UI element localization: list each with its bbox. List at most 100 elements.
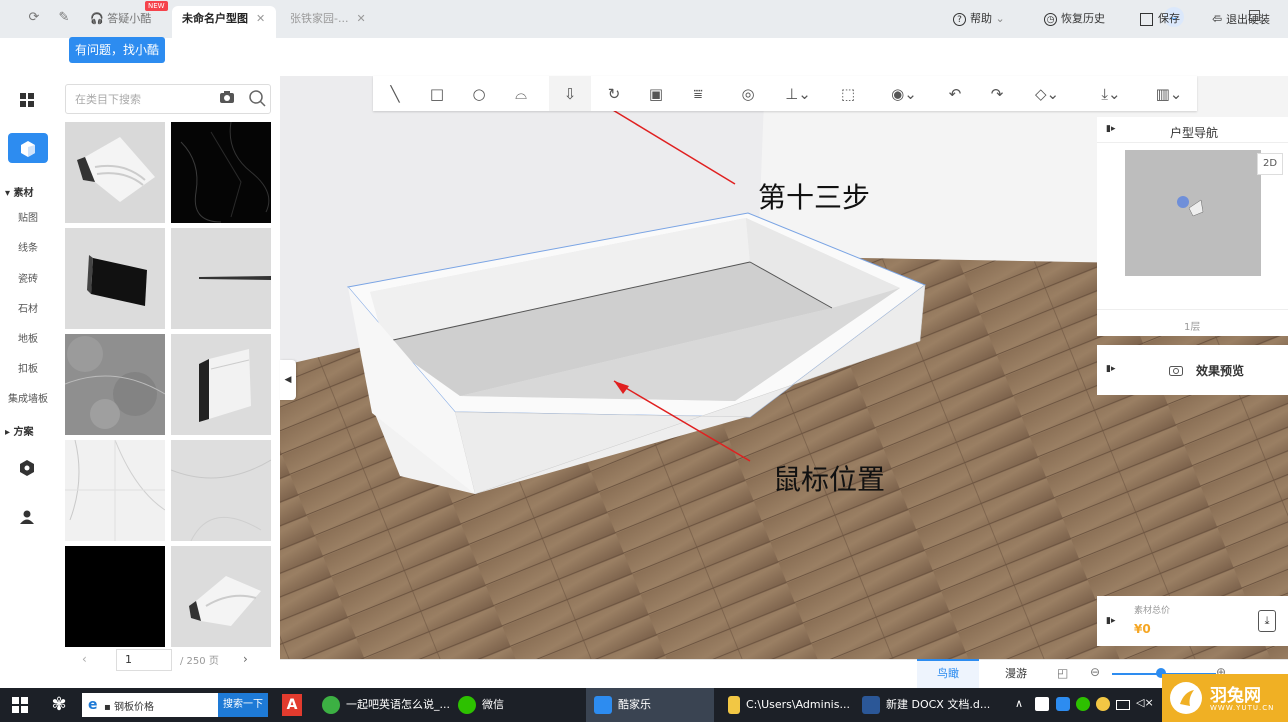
user-icon[interactable]	[20, 510, 34, 524]
taskbar-item-label: 新建 DOCX 文档.d...	[886, 698, 991, 711]
hexagon-icon[interactable]	[20, 460, 34, 476]
ie-icon: e	[88, 697, 98, 713]
floorplan-minimap[interactable]	[1125, 150, 1261, 276]
thumb-black-tile[interactable]	[65, 228, 165, 329]
camera-icon	[1169, 364, 1183, 376]
wechat-icon	[458, 696, 476, 714]
taskbar-item-explorer[interactable]: C:\Users\Adminis...	[728, 688, 850, 722]
windows-start-icon[interactable]	[12, 697, 28, 713]
taskbar-item-browser[interactable]: 一起吧英语怎么说_...	[322, 688, 450, 722]
thumb-white-marble[interactable]	[65, 439, 166, 541]
help-button[interactable]: ? 帮助 ⌄	[953, 10, 1005, 28]
tray-security-icon[interactable]	[1096, 697, 1110, 711]
birdseye-tab[interactable]: 鸟瞰	[917, 659, 979, 688]
download-tool-icon[interactable]: ⤓⌄	[1093, 84, 1129, 104]
thumb-grey-marble[interactable]	[64, 334, 166, 435]
tray-chevron-icon[interactable]: ∧	[1015, 697, 1023, 710]
line-tool-icon[interactable]: ╲	[385, 84, 405, 104]
section-material[interactable]: ▾ 素材	[5, 184, 34, 199]
zoom-out-icon[interactable]: ⊖	[1090, 665, 1100, 679]
thumb-crown-molding[interactable]	[65, 122, 165, 223]
follow-me-tool-icon[interactable]: ↻	[604, 84, 624, 104]
nav-item-tiles[interactable]: 瓷砖	[0, 270, 56, 285]
circle-tool-icon[interactable]: ○	[469, 84, 489, 104]
screenshot-icon[interactable]: ◰	[1057, 666, 1068, 680]
taskbar-item-label: C:\Users\Adminis...	[746, 698, 850, 711]
taskbar-item-word[interactable]: 新建 DOCX 文档.d...	[862, 688, 990, 722]
grey-marble-image	[64, 334, 166, 435]
map-tool-icon[interactable]: ▥⌄	[1151, 84, 1187, 104]
expand-icon[interactable]: ▮▸	[1106, 616, 1115, 626]
push-pull-tool-icon[interactable]: ⇩	[560, 84, 580, 104]
arc-tool-icon[interactable]: ⌓	[511, 84, 531, 104]
thumb-baseboard[interactable]	[171, 334, 271, 435]
camera-icon[interactable]	[220, 91, 234, 103]
nav-item-stone[interactable]: 石材	[0, 300, 56, 315]
restore-history-button[interactable]: ◷ 恢复历史	[1044, 10, 1105, 28]
section-plan[interactable]: ▸ 方案	[5, 423, 34, 438]
fan-icon[interactable]: ✾	[48, 694, 70, 716]
page-next-button[interactable]: ›	[243, 652, 248, 666]
rectangle-tool-icon[interactable]: □	[427, 84, 447, 104]
thumb-crown-molding-2[interactable]	[171, 546, 271, 647]
view-tool-icon[interactable]: ◉⌄	[886, 84, 922, 104]
taskbar-search-button[interactable]: 搜索一下	[218, 693, 268, 717]
speaker-icon[interactable]: ◁×	[1136, 696, 1154, 709]
apps-icon[interactable]	[20, 93, 34, 107]
expand-icon[interactable]: ▮▸	[1106, 124, 1115, 134]
eraser-tool-icon[interactable]: ◇⌄	[1029, 84, 1065, 104]
floor-label[interactable]: 1层	[1184, 318, 1200, 333]
tray-cube-icon[interactable]	[1056, 697, 1070, 711]
battery-icon[interactable]	[1116, 700, 1130, 710]
effect-preview-panel[interactable]	[1097, 345, 1288, 395]
align-tool-icon[interactable]: ⊥⌄	[782, 84, 814, 104]
acrobat-icon[interactable]: A	[282, 694, 302, 716]
close-icon[interactable]: ✕	[256, 12, 265, 25]
material-tab-button[interactable]	[8, 133, 48, 163]
tab-project[interactable]: 张铁家园-... ✕	[280, 6, 376, 38]
undo-icon[interactable]: ↶	[945, 84, 965, 104]
close-icon[interactable]: ✕	[356, 12, 365, 25]
collapse-panel-handle[interactable]: ◀	[280, 360, 296, 400]
link-icon[interactable]: ✎	[55, 9, 73, 27]
taskbar-item-label: 酷家乐	[618, 698, 651, 711]
help-tip-button[interactable]: 有问题，找小酷	[69, 37, 165, 63]
redo-icon[interactable]: ↷	[987, 84, 1007, 104]
nav-item-texture[interactable]: 贴图	[0, 209, 56, 224]
save-icon	[1140, 12, 1153, 26]
thumb-metal-strip[interactable]	[171, 228, 271, 329]
measure-tool-icon[interactable]: ◎	[738, 84, 758, 104]
tray-wechat-icon[interactable]	[1076, 697, 1090, 711]
thumb-black-panel[interactable]	[65, 546, 165, 647]
tab-floorplan[interactable]: 未命名户型图 ✕	[172, 6, 276, 38]
expand-icon[interactable]: ▮▸	[1106, 364, 1115, 374]
page-input[interactable]: 1	[116, 649, 172, 671]
save-button[interactable]: 保存	[1140, 10, 1180, 28]
nav-item-wall-panel[interactable]: 集成墙板	[0, 390, 56, 405]
search-input[interactable]: 在类目下搜索	[75, 91, 141, 107]
thumb-light-marble[interactable]	[170, 440, 272, 542]
help-label: 帮助	[970, 12, 992, 25]
mode-2d-button[interactable]: 2D	[1257, 153, 1283, 175]
taskbar-item-wechat[interactable]: 微信	[458, 688, 504, 722]
page-prev-button[interactable]: ‹	[82, 652, 87, 666]
thumb-black-marble[interactable]	[171, 121, 271, 223]
nav-item-lines[interactable]: 线条	[0, 239, 56, 254]
save-label: 保存	[1158, 12, 1180, 25]
offset-tool-icon[interactable]: ▣	[646, 84, 666, 104]
taskbar-search-input[interactable]: ▪ 钢板价格	[104, 698, 154, 713]
nav-item-ceiling-panel[interactable]: 扣板	[0, 360, 56, 375]
word-icon	[862, 696, 880, 714]
search-icon[interactable]	[248, 89, 266, 107]
clipboard-download-icon[interactable]: ⤓	[1258, 610, 1276, 632]
paint-tool-icon[interactable]: ⬚	[838, 84, 858, 104]
taskbar-item-kujiale[interactable]: 酷家乐	[586, 688, 714, 722]
exit-hardcover-button[interactable]: ⇦ 退出硬装	[1212, 10, 1270, 28]
tray-app-icon[interactable]	[1035, 697, 1049, 711]
folder-icon	[728, 696, 740, 714]
exit-icon: ⇦	[1212, 12, 1223, 26]
nav-item-floor[interactable]: 地板	[0, 330, 56, 345]
refresh-icon[interactable]: ⟳	[25, 9, 43, 27]
level-tool-icon[interactable]: ⩸	[688, 84, 708, 104]
roam-tab[interactable]: 漫游	[985, 659, 1047, 688]
